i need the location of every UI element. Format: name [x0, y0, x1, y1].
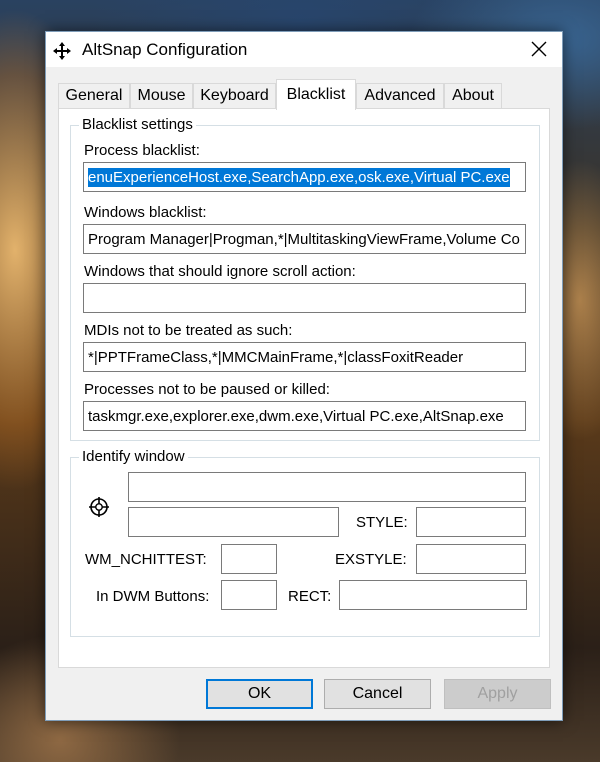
close-button[interactable] — [516, 32, 562, 65]
window-title-field[interactable] — [128, 507, 339, 537]
tab-keyboard[interactable]: Keyboard — [193, 83, 276, 108]
cancel-button[interactable]: Cancel — [324, 679, 431, 709]
tab-about[interactable]: About — [444, 83, 502, 108]
move-cursor-icon — [53, 42, 71, 60]
not-paused-value: taskmgr.exe,explorer.exe,dwm.exe,Virtual… — [88, 407, 504, 425]
ignore-scroll-input[interactable] — [83, 283, 526, 313]
rect-field[interactable] — [339, 580, 527, 610]
wm-nchittest-label: WM_NCHITTEST: — [85, 551, 207, 568]
wm-nchittest-field[interactable] — [221, 544, 277, 574]
exstyle-field[interactable] — [416, 544, 526, 574]
title-bar[interactable]: AltSnap Configuration — [46, 32, 562, 67]
rect-label: RECT: — [288, 588, 332, 605]
windows-blacklist-value: Program Manager|Progman,*|MultitaskingVi… — [88, 230, 520, 248]
mdis-input[interactable]: *|PPTFrameClass,*|MMCMainFrame,*|classFo… — [83, 342, 526, 372]
tab-mouse[interactable]: Mouse — [130, 83, 193, 108]
style-label: STYLE: — [356, 514, 408, 531]
window-class-field[interactable] — [128, 472, 526, 502]
close-icon — [531, 41, 547, 56]
tab-advanced[interactable]: Advanced — [356, 83, 444, 108]
windows-blacklist-label: Windows blacklist: — [84, 204, 207, 221]
style-field[interactable] — [416, 507, 526, 537]
windows-blacklist-input[interactable]: Program Manager|Progman,*|MultitaskingVi… — [83, 224, 526, 254]
tab-blacklist[interactable]: Blacklist — [276, 79, 356, 110]
apply-button[interactable]: Apply — [444, 679, 551, 709]
altsnap-config-window: AltSnap Configuration General Mouse Keyb… — [45, 31, 563, 721]
not-paused-label: Processes not to be paused or killed: — [84, 381, 330, 398]
mdis-label: MDIs not to be treated as such: — [84, 322, 293, 339]
tab-general[interactable]: General — [58, 83, 130, 108]
process-blacklist-label: Process blacklist: — [84, 142, 200, 159]
not-paused-input[interactable]: taskmgr.exe,explorer.exe,dwm.exe,Virtual… — [83, 401, 526, 431]
blacklist-tab-panel: Blacklist settings Process blacklist: en… — [58, 108, 550, 668]
crosshair-finder-icon[interactable] — [88, 496, 110, 518]
dwm-buttons-label: In DWM Buttons: — [96, 588, 210, 605]
exstyle-label: EXSTYLE: — [335, 551, 407, 568]
process-blacklist-input[interactable]: enuExperienceHost.exe,SearchApp.exe,osk.… — [83, 162, 526, 192]
blacklist-settings-title: Blacklist settings — [79, 116, 196, 133]
ok-button[interactable]: OK — [206, 679, 313, 709]
ignore-scroll-label: Windows that should ignore scroll action… — [84, 263, 356, 280]
dwm-buttons-field[interactable] — [221, 580, 277, 610]
identify-window-title: Identify window — [79, 448, 188, 465]
mdis-value: *|PPTFrameClass,*|MMCMainFrame,*|classFo… — [88, 348, 464, 366]
window-title: AltSnap Configuration — [82, 40, 248, 59]
process-blacklist-value: enuExperienceHost.exe,SearchApp.exe,osk.… — [88, 167, 510, 187]
